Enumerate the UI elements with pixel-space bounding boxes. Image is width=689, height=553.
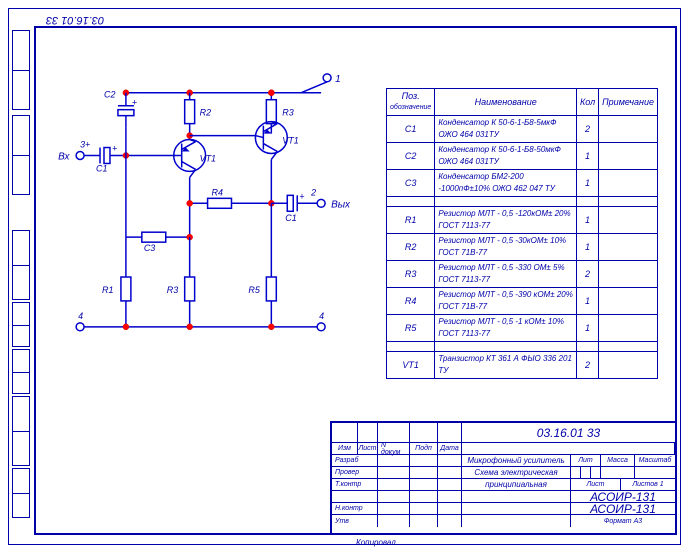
table-row bbox=[387, 197, 658, 207]
c2-label: C2 bbox=[104, 90, 115, 100]
inner-frame: 1 C2 + R2 R3 bbox=[34, 26, 677, 535]
svg-text:+: + bbox=[132, 98, 137, 108]
table-row: R4Резистор МЛТ - 0,5 -390 кОМ± 20% ГОСТ … bbox=[387, 288, 658, 315]
table-row: C1Конденсатор К 50-6-1-Б8-5мкФ ОЖО 464 0… bbox=[387, 116, 658, 143]
r2-label: R2 bbox=[200, 108, 211, 118]
table-row: R1Резистор МЛТ - 0,5 -120кОМ± 20% ГОСТ 7… bbox=[387, 207, 658, 234]
drawing-viewport: 03.16.01 33 1 C2 bbox=[0, 0, 689, 553]
r5-label: R5 bbox=[248, 285, 259, 295]
drawing-number-top: 03.16.01 33 bbox=[46, 14, 104, 26]
table-row: C2Конденсатор К 50-6-1-Б8-50мкФ ОЖО 464 … bbox=[387, 143, 658, 170]
pin-3: 3+ bbox=[80, 140, 90, 150]
input-label: Вх bbox=[58, 151, 70, 162]
vt2-label: VT1 bbox=[282, 136, 298, 146]
r4-label: R4 bbox=[212, 187, 223, 197]
r3-top-label: R3 bbox=[282, 108, 293, 118]
pin-2: 2 bbox=[310, 187, 316, 197]
r1-label: R1 bbox=[102, 285, 113, 295]
pin-1: 1 bbox=[335, 74, 341, 85]
svg-text:+: + bbox=[112, 144, 117, 154]
table-row bbox=[387, 342, 658, 352]
col-pos: Поз. обозначение bbox=[387, 89, 435, 116]
col-note: Примечание bbox=[599, 89, 658, 116]
pin-4l: 4 bbox=[78, 311, 83, 321]
c1-out-label: C1 bbox=[285, 213, 296, 223]
table-row: R5Резистор МЛТ - 0,5 -1 кОМ± 10% ГОСТ 71… bbox=[387, 315, 658, 342]
vt1-label: VT1 bbox=[200, 153, 216, 163]
left-binding bbox=[12, 30, 32, 523]
table-row: R2Резистор МЛТ - 0,5 -30кОМ± 10% ГОСТ 71… bbox=[387, 234, 658, 261]
col-qty: Кол bbox=[576, 89, 598, 116]
table-row: C3Конденсатор БМ2-200 -1000пФ±10% ОЖО 46… bbox=[387, 170, 658, 197]
c1-in-label: C1 bbox=[96, 163, 107, 173]
svg-text:+: + bbox=[299, 191, 304, 201]
org-name: АСОИР-131 bbox=[571, 491, 675, 502]
title-number: 03.16.01 33 bbox=[462, 423, 675, 442]
c3-label: C3 bbox=[144, 243, 155, 253]
col-name: Наименование bbox=[435, 89, 577, 116]
output-label: Вых bbox=[331, 199, 351, 210]
r3-label: R3 bbox=[167, 285, 178, 295]
copied-label: Копировал bbox=[356, 538, 396, 547]
table-row: VT1Транзистор КТ 361 А ФЫО 336 201 ТУ2 bbox=[387, 352, 658, 379]
pin-4r: 4 bbox=[319, 311, 324, 321]
title-block: 03.16.01 33 Изм Лист N докум Подп Дата Р… bbox=[330, 421, 675, 533]
table-row: R3Резистор МЛТ - 0,5 -330 ОМ± 5% ГОСТ 71… bbox=[387, 261, 658, 288]
parts-table: Поз. обозначение Наименование Кол Примеч… bbox=[386, 88, 658, 379]
